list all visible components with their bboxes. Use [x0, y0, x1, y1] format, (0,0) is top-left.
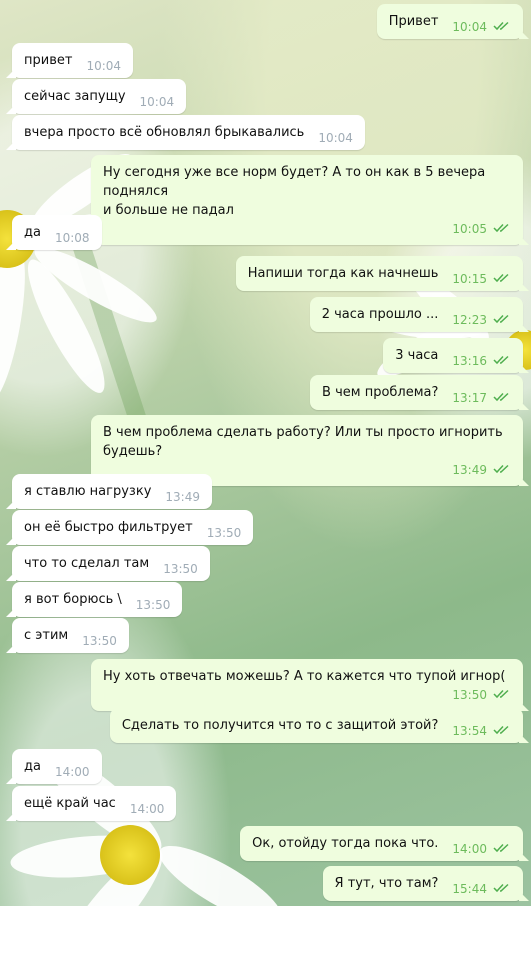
message-time: 14:00: [129, 802, 165, 816]
message-text: привет: [24, 53, 73, 68]
message-text: он её быстро фильтрует: [24, 520, 193, 535]
message-incoming[interactable]: сейчас запущу 10:04: [12, 79, 187, 114]
message-time: 10:04: [318, 131, 353, 145]
message-incoming[interactable]: да 10:08: [12, 215, 102, 250]
message-text: В чем проблема?: [322, 385, 439, 400]
message-outgoing[interactable]: 2 часа прошло ... 12:23: [309, 297, 523, 332]
message-time: 10:15: [452, 272, 511, 287]
message-outgoing[interactable]: Напиши тогда как начнешь 10:15: [235, 256, 523, 291]
message-text: 3 часа: [395, 348, 439, 363]
message-text: с этим: [24, 628, 69, 643]
double-check-icon: [493, 273, 511, 283]
message-incoming[interactable]: с этим 13:50: [12, 618, 129, 653]
message-incoming[interactable]: вчера просто всё обновлял брыкавались 10:…: [12, 115, 365, 150]
message-text: 2 часа прошло ...: [321, 307, 439, 322]
double-check-icon: [493, 843, 511, 853]
message-outgoing[interactable]: В чем проблема? 13:17: [310, 375, 523, 410]
message-time: 14:00: [54, 765, 90, 779]
double-check-icon: [493, 725, 511, 735]
message-list[interactable]: Привет 10:04 привет 10:04 сейчас запущу 10:…: [0, 0, 531, 906]
message-text: я ставлю нагрузку: [24, 484, 152, 499]
message-text: В чем проблема сделать работу? Или ты пр…: [103, 425, 503, 459]
double-check-icon: [493, 883, 511, 893]
double-check-icon: [493, 689, 511, 699]
message-time: 10:05: [103, 222, 511, 237]
message-text: Напиши тогда как начнешь: [247, 266, 439, 281]
message-text: Ну сегодня уже все норм будет? А то он к…: [103, 165, 486, 218]
message-outgoing[interactable]: Сделать то получится что то с защитой эт…: [109, 708, 523, 743]
message-outgoing[interactable]: Ну сегодня уже все норм будет? А то он к…: [91, 155, 523, 245]
message-time: 13:49: [165, 490, 200, 504]
message-incoming[interactable]: я ставлю нагрузку 13:49: [12, 474, 212, 509]
double-check-icon: [493, 21, 511, 31]
message-text: Ну хоть отвечать можешь? А то кажется чт…: [103, 669, 506, 684]
message-time: 13:17: [452, 391, 511, 406]
double-check-icon: [493, 223, 511, 233]
message-text: ещё край час: [24, 796, 116, 811]
message-incoming[interactable]: ещё край час 14:00: [12, 786, 177, 821]
message-time: 13:54: [452, 724, 511, 739]
message-text: сейчас запущу: [24, 89, 126, 104]
message-text: да: [24, 759, 41, 774]
message-time: 10:08: [54, 231, 90, 245]
message-incoming[interactable]: что то сделал там 13:50: [12, 546, 210, 581]
message-incoming[interactable]: привет 10:04: [12, 43, 134, 78]
message-text: я вот борюсь \: [24, 592, 122, 607]
message-time: 10:04: [139, 95, 175, 109]
message-time: 14:00: [452, 842, 511, 857]
message-time: 13:50: [206, 526, 242, 540]
message-time: 13:50: [163, 562, 198, 576]
message-outgoing[interactable]: Привет 10:04: [376, 4, 523, 39]
message-incoming[interactable]: я вот борюсь \ 13:50: [12, 582, 183, 617]
double-check-icon: [493, 314, 511, 324]
message-time: 10:04: [86, 59, 122, 73]
message-time: 12:23: [452, 313, 511, 328]
message-time: 10:04: [452, 20, 511, 35]
double-check-icon: [493, 392, 511, 402]
double-check-icon: [493, 355, 511, 365]
message-incoming[interactable]: да 14:00: [12, 749, 102, 784]
message-time: 13:50: [135, 598, 171, 612]
message-incoming[interactable]: он её быстро фильтрует 13:50: [12, 510, 254, 545]
message-time: 13:50: [82, 634, 117, 648]
message-text: Привет: [388, 14, 439, 29]
double-check-icon: [493, 464, 511, 474]
message-outgoing[interactable]: 3 часа 13:16: [383, 338, 523, 373]
message-outgoing[interactable]: Ок, отойду тогда пока что. 14:00: [240, 826, 523, 861]
message-outgoing[interactable]: Я тут, что там? 15:44: [322, 866, 523, 901]
message-text: Я тут, что там?: [334, 876, 439, 891]
message-text: Сделать то получится что то с защитой эт…: [121, 718, 439, 733]
message-time: 13:16: [452, 354, 511, 369]
message-text: вчера просто всё обновлял брыкавались: [24, 125, 305, 140]
message-text: да: [24, 225, 41, 240]
message-time: 13:50: [103, 688, 511, 703]
message-text: что то сделал там: [24, 556, 150, 571]
message-time: 15:44: [452, 882, 511, 897]
message-outgoing[interactable]: Ну хоть отвечать можешь? А то кажется чт…: [91, 659, 523, 711]
message-text: Ок, отойду тогда пока что.: [252, 836, 439, 851]
